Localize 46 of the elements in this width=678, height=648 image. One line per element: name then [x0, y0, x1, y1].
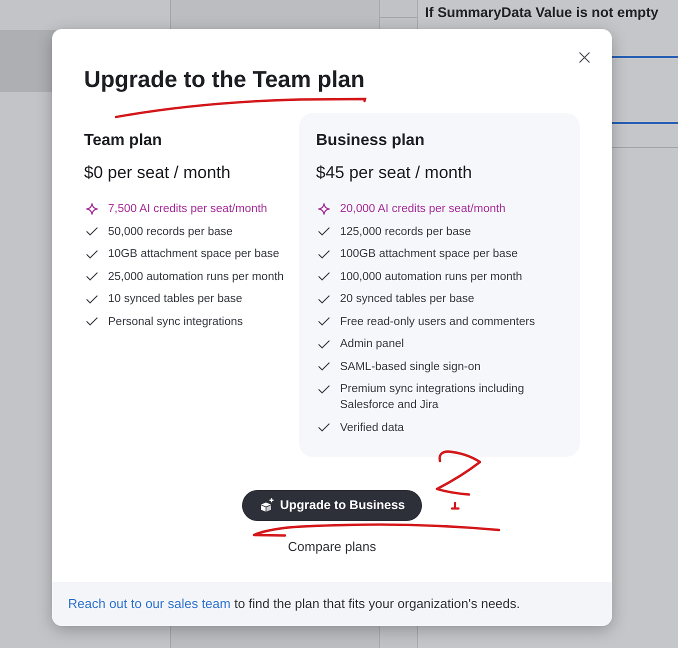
feature-label: 125,000 records per base [340, 224, 472, 240]
check-icon [86, 250, 98, 258]
check-icon [318, 227, 330, 236]
plan-name: Team plan [84, 131, 163, 151]
check-icon [318, 384, 330, 394]
feature-label: Admin panel [340, 337, 404, 352]
feature-label: 50,000 records per base [108, 224, 233, 240]
dialog-title: Upgrade to the Team plan [84, 65, 366, 94]
feature-label: 10GB attachment space per base [108, 247, 280, 262]
check-icon [318, 272, 330, 281]
check-icon [86, 227, 98, 236]
feature-label: Verified data [340, 420, 404, 436]
check-icon [86, 317, 98, 326]
plan-price: $0 per seat / month [84, 162, 232, 184]
check-icon [318, 423, 330, 432]
feature-label: Free read-only users and commenters [340, 314, 535, 330]
upgrade-button[interactable]: Upgrade to Business [242, 490, 422, 520]
feature-label: 20,000 AI credits per seat/month [340, 202, 506, 217]
check-icon [318, 294, 330, 304]
check-icon [318, 362, 330, 371]
plan-name: Business plan [316, 131, 426, 151]
feature-label: 7,500 AI credits per seat/month [108, 202, 268, 217]
cube-sparkle-icon [260, 498, 275, 512]
check-icon [318, 340, 330, 348]
feature-label: 100GB attachment space per base [340, 247, 518, 262]
feature-label: 25,000 automation runs per month [108, 270, 284, 284]
sparkle-icon [318, 203, 330, 215]
condition-label: If SummaryData Value is not empty [424, 3, 660, 21]
footer-text: Reach out to our sales team to find the plan that fits your organization's needs. [68, 596, 520, 612]
compare-plans-link[interactable]: Compare plans [288, 538, 376, 554]
check-icon [318, 250, 330, 258]
question-mark-scribble [436, 450, 482, 510]
feature-label: 20 synced tables per base [340, 292, 474, 307]
check-icon [86, 294, 98, 304]
feature-label: 100,000 automation runs per month [340, 270, 522, 284]
feature-label: 10 synced tables per base [108, 292, 242, 307]
close-icon [579, 52, 590, 63]
plan-price: $45 per seat / month [316, 162, 473, 184]
feature-label: Personal sync integrations [108, 314, 243, 330]
sales-team-link[interactable]: Reach out to our sales team [68, 596, 231, 610]
close-button[interactable] [577, 50, 592, 65]
feature-label: SAML-based single sign-on [340, 360, 481, 374]
check-icon [86, 272, 98, 281]
feature-label: Premium sync integrations including Salesforce and Jira [340, 382, 526, 413]
check-icon [318, 317, 330, 326]
sparkle-icon [86, 203, 98, 215]
